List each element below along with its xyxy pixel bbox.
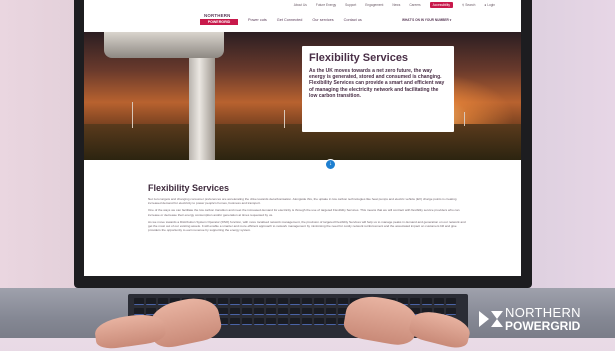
key <box>134 298 144 305</box>
key <box>242 308 252 315</box>
key <box>254 318 264 325</box>
key <box>314 308 324 315</box>
nav-get-connected[interactable]: Get Connected <box>277 18 303 22</box>
key <box>290 298 300 305</box>
northern-powergrid-watermark: NORTHERN POWERGRID <box>479 303 599 337</box>
hero-banner: Flexibility Services As the UK moves tow… <box>84 32 521 160</box>
key <box>230 318 240 325</box>
user-icon: ● <box>484 3 487 7</box>
key <box>326 318 336 325</box>
key <box>446 298 456 305</box>
nav-links: Power cuts Get Connected Our services Co… <box>248 18 362 22</box>
nav-power-cuts[interactable]: Power cuts <box>248 18 267 22</box>
hero-body: As the UK moves towards a net zero futur… <box>309 68 445 99</box>
nav-contact-us[interactable]: Contact us <box>344 18 362 22</box>
key <box>230 308 240 315</box>
key <box>278 298 288 305</box>
key <box>302 308 312 315</box>
key <box>146 298 156 305</box>
key <box>266 318 276 325</box>
accessibility-button[interactable]: Accessibility <box>429 2 454 8</box>
arrow-down-icon: ↓ <box>329 161 332 167</box>
distant-turbine-1 <box>132 102 133 128</box>
nav-our-services[interactable]: Our services <box>312 18 333 22</box>
key <box>266 308 276 315</box>
content-heading: Flexibility Services <box>148 183 230 193</box>
key <box>254 298 264 305</box>
key <box>254 308 264 315</box>
key <box>314 298 324 305</box>
util-link-future-energy[interactable]: Future Energy <box>316 3 336 7</box>
util-link-about[interactable]: About Us <box>294 3 307 7</box>
key <box>278 318 288 325</box>
content-paragraph-3: As we move towards a Distribution System… <box>148 219 466 233</box>
key <box>266 298 276 305</box>
postcode-label: WHAT'S ON IN YOUR NUMBER <box>402 18 449 22</box>
util-link-engagement[interactable]: Engagement <box>365 3 383 7</box>
content-paragraph-2: One of the ways we can facilitate the lo… <box>148 208 460 217</box>
chevron-down-icon: ▾ <box>449 18 452 22</box>
key <box>302 298 312 305</box>
login-link[interactable]: ● Login <box>484 3 495 7</box>
key <box>290 318 300 325</box>
key <box>242 298 252 305</box>
scroll-down-button[interactable]: ↓ <box>325 159 336 170</box>
key <box>410 298 420 305</box>
search-link[interactable]: ⚲ Search <box>462 3 475 7</box>
key <box>338 298 348 305</box>
key <box>326 308 336 315</box>
key <box>434 298 444 305</box>
login-label: Login <box>487 3 495 7</box>
key <box>278 308 288 315</box>
hero-card: Flexibility Services As the UK moves tow… <box>302 46 454 132</box>
key <box>230 298 240 305</box>
key <box>314 318 324 325</box>
main-navigation: NORTHERN POWERGRID Power cuts Get Connec… <box>84 10 521 32</box>
search-label: Search <box>465 3 476 7</box>
distant-turbine-2 <box>284 110 285 128</box>
util-link-support[interactable]: Support <box>345 3 356 7</box>
key <box>326 298 336 305</box>
northern-powergrid-mark-icon <box>479 311 503 327</box>
watermark-line1: NORTHERN <box>505 305 581 320</box>
main-content: Flexibility Services Net zero targets an… <box>148 183 468 235</box>
watermark-line2: POWERGRID <box>505 319 581 333</box>
hero-title: Flexibility Services <box>309 52 409 64</box>
wind-turbine-nacelle <box>104 32 224 58</box>
laptop-screen: About Us Future Energy Support Engagemen… <box>84 0 521 276</box>
distant-turbine-3 <box>464 112 465 126</box>
northern-powergrid-logo[interactable]: NORTHERN POWERGRID <box>200 13 240 26</box>
search-icon: ⚲ <box>462 3 465 7</box>
key <box>302 318 312 325</box>
key <box>218 298 228 305</box>
logo-line1: NORTHERN <box>204 13 231 18</box>
postcode-selector[interactable]: WHAT'S ON IN YOUR NUMBER ▾ <box>402 18 451 22</box>
util-link-news[interactable]: News <box>392 3 400 7</box>
utility-bar: About Us Future Energy Support Engagemen… <box>84 0 521 10</box>
util-link-careers[interactable]: Careers <box>409 3 420 7</box>
key <box>242 318 252 325</box>
key <box>290 308 300 315</box>
content-paragraph-1: Net zero targets and changing consumer p… <box>148 197 457 206</box>
key <box>218 308 228 315</box>
key <box>422 298 432 305</box>
key <box>446 308 456 315</box>
logo-line2: POWERGRID <box>200 19 238 25</box>
